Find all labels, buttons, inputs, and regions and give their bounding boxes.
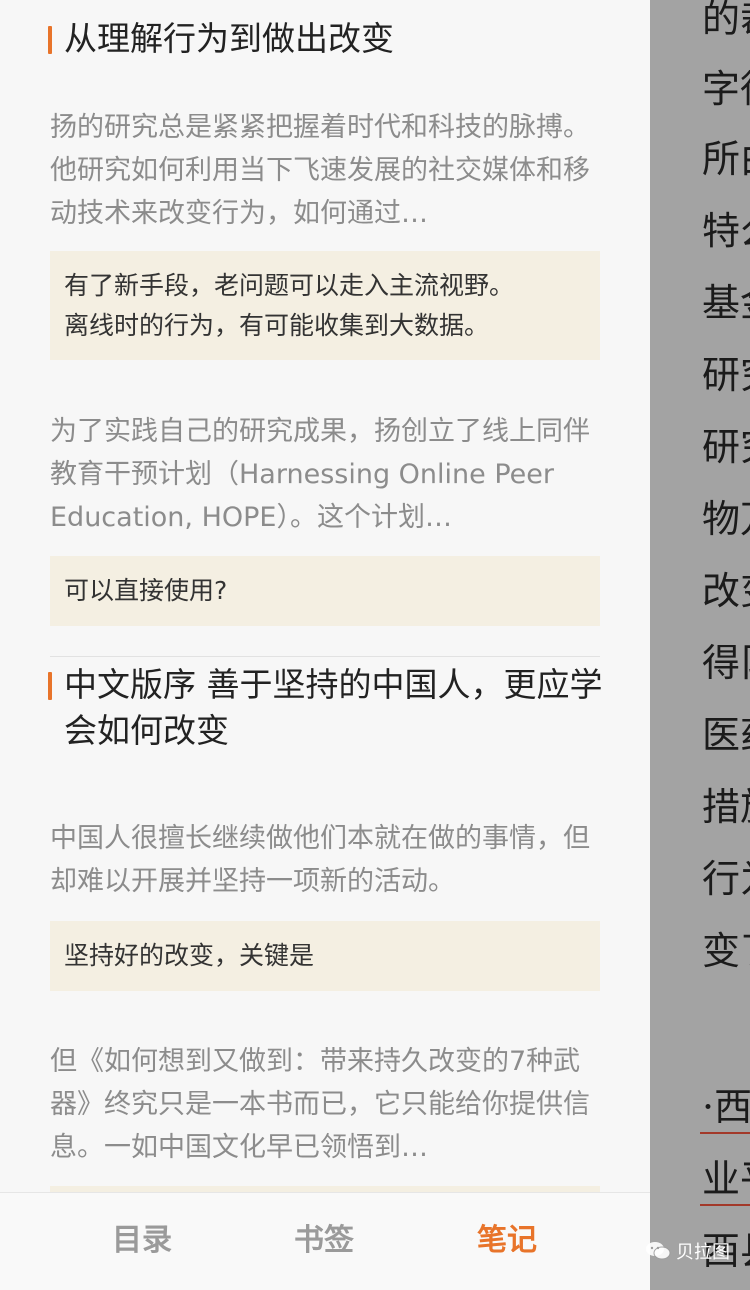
chapter-title[interactable]: 中文版序 善于坚持的中国人，更应学会如何改变 xyxy=(64,662,604,754)
book-text-line: 业平 xyxy=(702,1157,750,1201)
book-text-line: 字徒 xyxy=(702,67,750,111)
book-text-line: 的裁 xyxy=(702,0,750,41)
book-text-line: 变了 xyxy=(702,929,750,973)
notes-panel: 从理解行为到做出改变 扬的研究总是紧紧把握着时代和科技的脉搏。他研究如何利用当下… xyxy=(0,0,650,1290)
note-box[interactable]: 坚持好的改变，关键是 xyxy=(50,921,600,991)
highlight-excerpt[interactable]: 但《如何想到又做到：带来持久改变的7种武器》终究只是一本书而已，它只能给你提供信… xyxy=(50,1040,598,1169)
book-text-line: ·西 xyxy=(702,1085,750,1129)
tab-bookmarks[interactable]: 书签 xyxy=(264,1221,384,1261)
book-text-line: 得阝 xyxy=(702,641,750,685)
book-text-line: 措旅 xyxy=(702,785,750,829)
chapter-accent-bar xyxy=(48,672,52,700)
book-text-line: 行为 xyxy=(702,857,750,901)
book-text-line: 研究 xyxy=(702,353,750,397)
note-text-line: 坚持好的改变，关键是 xyxy=(64,941,315,970)
book-text-line: 基金 xyxy=(702,281,750,325)
book-text-line: 研究 xyxy=(702,425,750,469)
highlight-excerpt[interactable]: 扬的研究总是紧紧把握着时代和科技的脉搏。他研究如何利用当下飞速发展的社交媒体和移… xyxy=(50,106,598,235)
book-text-line: 物万 xyxy=(702,497,750,541)
note-text-line: 有了新手段，老问题可以走入主流视野。 xyxy=(64,271,515,300)
book-text-line: 特么 xyxy=(702,209,750,253)
chapter-title[interactable]: 从理解行为到做出改变 xyxy=(64,16,604,62)
highlight-excerpt[interactable]: 中国人很擅长继续做他们本就在做的事情，但却难以开展并坚持一项新的活动。 xyxy=(50,817,598,903)
note-box[interactable]: 可以直接使用? xyxy=(50,556,600,626)
book-text-line: 所由 xyxy=(702,137,750,181)
book-text-line: 改变 xyxy=(702,569,750,613)
bottom-tab-bar: 目录 书签 笔记 xyxy=(0,1192,650,1290)
tab-contents[interactable]: 目录 xyxy=(82,1221,202,1261)
book-underline xyxy=(700,1204,750,1206)
watermark-text: 贝拉图 xyxy=(676,1242,730,1263)
chapter-divider xyxy=(50,656,600,657)
note-box[interactable]: 有了新手段，老问题可以走入主流视野。 离线时的行为，有可能收集到大数据。 xyxy=(50,251,600,360)
tab-notes[interactable]: 笔记 xyxy=(447,1221,567,1261)
note-text-line: 可以直接使用? xyxy=(64,576,228,605)
wechat-icon xyxy=(646,1242,671,1260)
chapter-accent-bar xyxy=(48,26,52,54)
book-text-line: 医药 xyxy=(702,713,750,757)
highlight-excerpt[interactable]: 为了实践自己的研究成果，扬创立了线上同伴教育干预计划（Harnessing On… xyxy=(50,410,598,539)
note-text-line: 离线时的行为，有可能收集到大数据。 xyxy=(64,311,490,340)
watermark: 贝拉图 xyxy=(645,1236,730,1266)
book-underline xyxy=(700,1132,750,1134)
